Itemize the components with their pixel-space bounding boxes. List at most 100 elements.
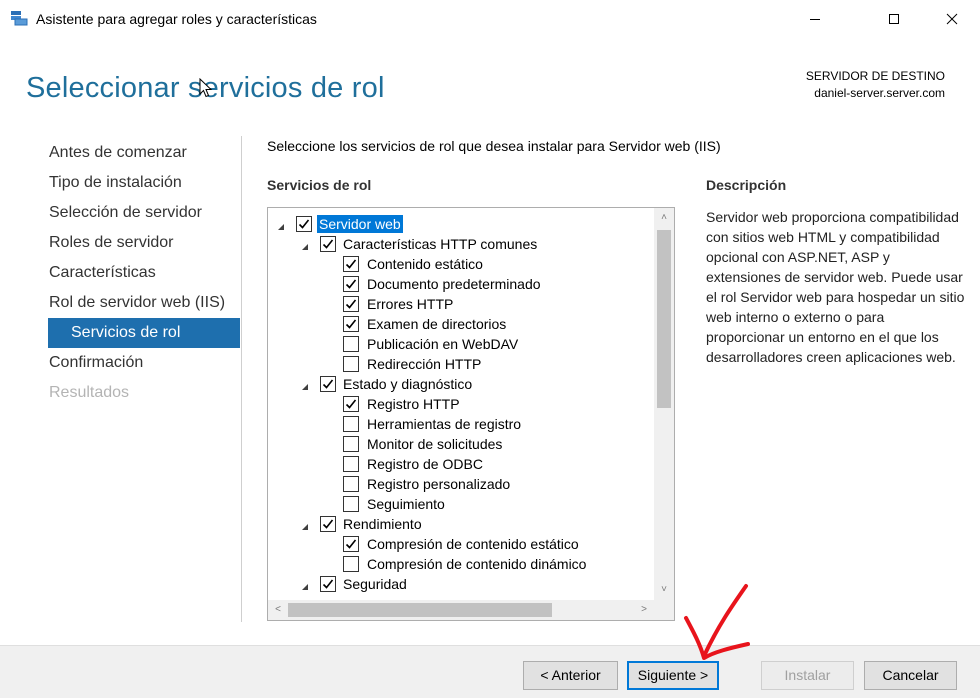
tree-row[interactable]: Documento predeterminado [268, 274, 654, 294]
tree-row[interactable]: Estado y diagnóstico [268, 374, 654, 394]
role-service-label[interactable]: Compresión de contenido estático [365, 535, 581, 553]
role-service-label[interactable]: Rendimiento [341, 515, 424, 533]
tree-row[interactable]: Errores HTTP [268, 294, 654, 314]
mouse-cursor-icon [199, 78, 213, 98]
expand-collapse-icon[interactable] [300, 579, 310, 590]
maximize-icon [889, 14, 899, 24]
maximize-button[interactable] [871, 0, 917, 38]
tree-row[interactable]: Compresión de contenido dinámico [268, 554, 654, 574]
nav-step-resultados: Resultados [49, 384, 130, 401]
tree-row[interactable]: Examen de directorios [268, 314, 654, 334]
back-button[interactable]: < Anterior [523, 661, 618, 690]
nav-step-servicios-de-rol[interactable]: Servicios de rol [48, 318, 240, 348]
role-service-checkbox[interactable] [343, 296, 359, 312]
role-service-label[interactable]: Herramientas de registro [365, 415, 523, 433]
role-service-checkbox[interactable] [343, 396, 359, 412]
role-service-label[interactable]: Servidor web [317, 215, 403, 233]
checkmark-icon [345, 279, 357, 289]
scroll-left-icon[interactable]: ˂ [268, 600, 288, 620]
role-service-label[interactable]: Seguimiento [365, 495, 447, 513]
nav-step-confirmacion[interactable]: Confirmación [48, 348, 240, 378]
scroll-up-icon[interactable]: ˄ [654, 208, 674, 228]
nav-step-rol-servidor-web[interactable]: Rol de servidor web (IIS) [48, 288, 240, 318]
role-service-checkbox[interactable] [296, 216, 312, 232]
tree-row[interactable]: Características HTTP comunes [268, 234, 654, 254]
role-service-label[interactable]: Registro HTTP [365, 395, 462, 413]
description-heading: Descripción [706, 177, 787, 193]
close-icon [946, 13, 958, 25]
checkmark-icon [345, 539, 357, 549]
role-service-checkbox[interactable] [343, 456, 359, 472]
role-service-label[interactable]: Redirección HTTP [365, 355, 483, 373]
tree-row[interactable]: Registro de ODBC [268, 454, 654, 474]
tree-row[interactable]: Servidor web [268, 214, 654, 234]
expand-collapse-icon[interactable] [300, 379, 310, 390]
role-service-label[interactable]: Publicación en WebDAV [365, 335, 520, 353]
role-service-checkbox[interactable] [343, 536, 359, 552]
nav-step-seleccion-de-servidor[interactable]: Selección de servidor [48, 198, 240, 228]
role-service-checkbox[interactable] [320, 516, 336, 532]
expand-collapse-icon[interactable] [300, 239, 310, 250]
expand-collapse-icon[interactable] [300, 519, 310, 530]
vertical-scroll-thumb[interactable] [657, 230, 671, 408]
role-service-checkbox[interactable] [320, 576, 336, 592]
cancel-button[interactable]: Cancelar [864, 661, 957, 690]
role-service-checkbox[interactable] [343, 436, 359, 452]
server-manager-icon [10, 10, 28, 26]
description-text: Servidor web proporciona compatibilidad … [706, 209, 965, 365]
role-service-label[interactable]: Seguridad [341, 575, 409, 593]
role-service-checkbox[interactable] [343, 416, 359, 432]
tree-view[interactable]: Servidor web Características HTTP comunes… [268, 208, 654, 600]
role-service-label[interactable]: Examen de directorios [365, 315, 508, 333]
role-service-label[interactable]: Errores HTTP [365, 295, 455, 313]
close-button[interactable] [929, 0, 975, 38]
role-service-checkbox[interactable] [320, 376, 336, 392]
tree-row[interactable]: Contenido estático [268, 254, 654, 274]
role-service-label[interactable]: Contenido estático [365, 255, 485, 273]
nav-step-caracteristicas[interactable]: Características [48, 258, 240, 288]
role-services-tree[interactable]: Servidor web Características HTTP comunes… [267, 207, 675, 621]
scroll-right-icon[interactable]: ˃ [634, 600, 654, 620]
wizard-footer: < Anterior Siguiente > Instalar Cancelar [0, 645, 980, 698]
checkmark-icon [322, 579, 334, 589]
nav-step-roles-de-servidor[interactable]: Roles de servidor [48, 228, 240, 258]
tree-row[interactable]: Seguridad [268, 574, 654, 594]
role-service-checkbox[interactable] [343, 336, 359, 352]
horizontal-scroll-thumb[interactable] [288, 603, 552, 617]
vertical-scrollbar[interactable]: ˄ ˅ [654, 208, 674, 600]
role-service-checkbox[interactable] [343, 276, 359, 292]
wizard-header: Seleccionar servicios de rol SERVIDOR DE… [0, 38, 980, 122]
minimize-icon [810, 19, 820, 20]
role-service-checkbox[interactable] [320, 236, 336, 252]
tree-row[interactable]: Monitor de solicitudes [268, 434, 654, 454]
role-service-label[interactable]: Documento predeterminado [365, 275, 543, 293]
tree-row[interactable]: Registro personalizado [268, 474, 654, 494]
role-service-label[interactable]: Características HTTP comunes [341, 235, 539, 253]
role-service-label[interactable]: Compresión de contenido dinámico [365, 555, 588, 573]
tree-row[interactable]: Herramientas de registro [268, 414, 654, 434]
window-title: Asistente para agregar roles y caracterí… [36, 11, 317, 27]
role-service-label[interactable]: Registro personalizado [365, 475, 512, 493]
nav-step-tipo-de-instalacion[interactable]: Tipo de instalación [48, 168, 240, 198]
expand-collapse-icon[interactable] [276, 219, 286, 230]
horizontal-scrollbar[interactable]: ˂ ˃ [268, 600, 654, 620]
role-service-label[interactable]: Registro de ODBC [365, 455, 485, 473]
role-service-checkbox[interactable] [343, 496, 359, 512]
role-service-label[interactable]: Estado y diagnóstico [341, 375, 474, 393]
tree-row[interactable]: Publicación en WebDAV [268, 334, 654, 354]
role-service-checkbox[interactable] [343, 256, 359, 272]
tree-row[interactable]: Rendimiento [268, 514, 654, 534]
role-service-label[interactable]: Monitor de solicitudes [365, 435, 504, 453]
nav-divider [241, 136, 242, 622]
minimize-button[interactable] [792, 0, 838, 38]
role-service-checkbox[interactable] [343, 356, 359, 372]
tree-row[interactable]: Compresión de contenido estático [268, 534, 654, 554]
tree-row[interactable]: Redirección HTTP [268, 354, 654, 374]
nav-step-antes-de-comenzar[interactable]: Antes de comenzar [48, 138, 240, 168]
role-service-checkbox[interactable] [343, 316, 359, 332]
install-button: Instalar [761, 661, 854, 690]
tree-row[interactable]: Registro HTTP [268, 394, 654, 414]
role-service-checkbox[interactable] [343, 476, 359, 492]
tree-row[interactable]: Seguimiento [268, 494, 654, 514]
role-service-checkbox[interactable] [343, 556, 359, 572]
